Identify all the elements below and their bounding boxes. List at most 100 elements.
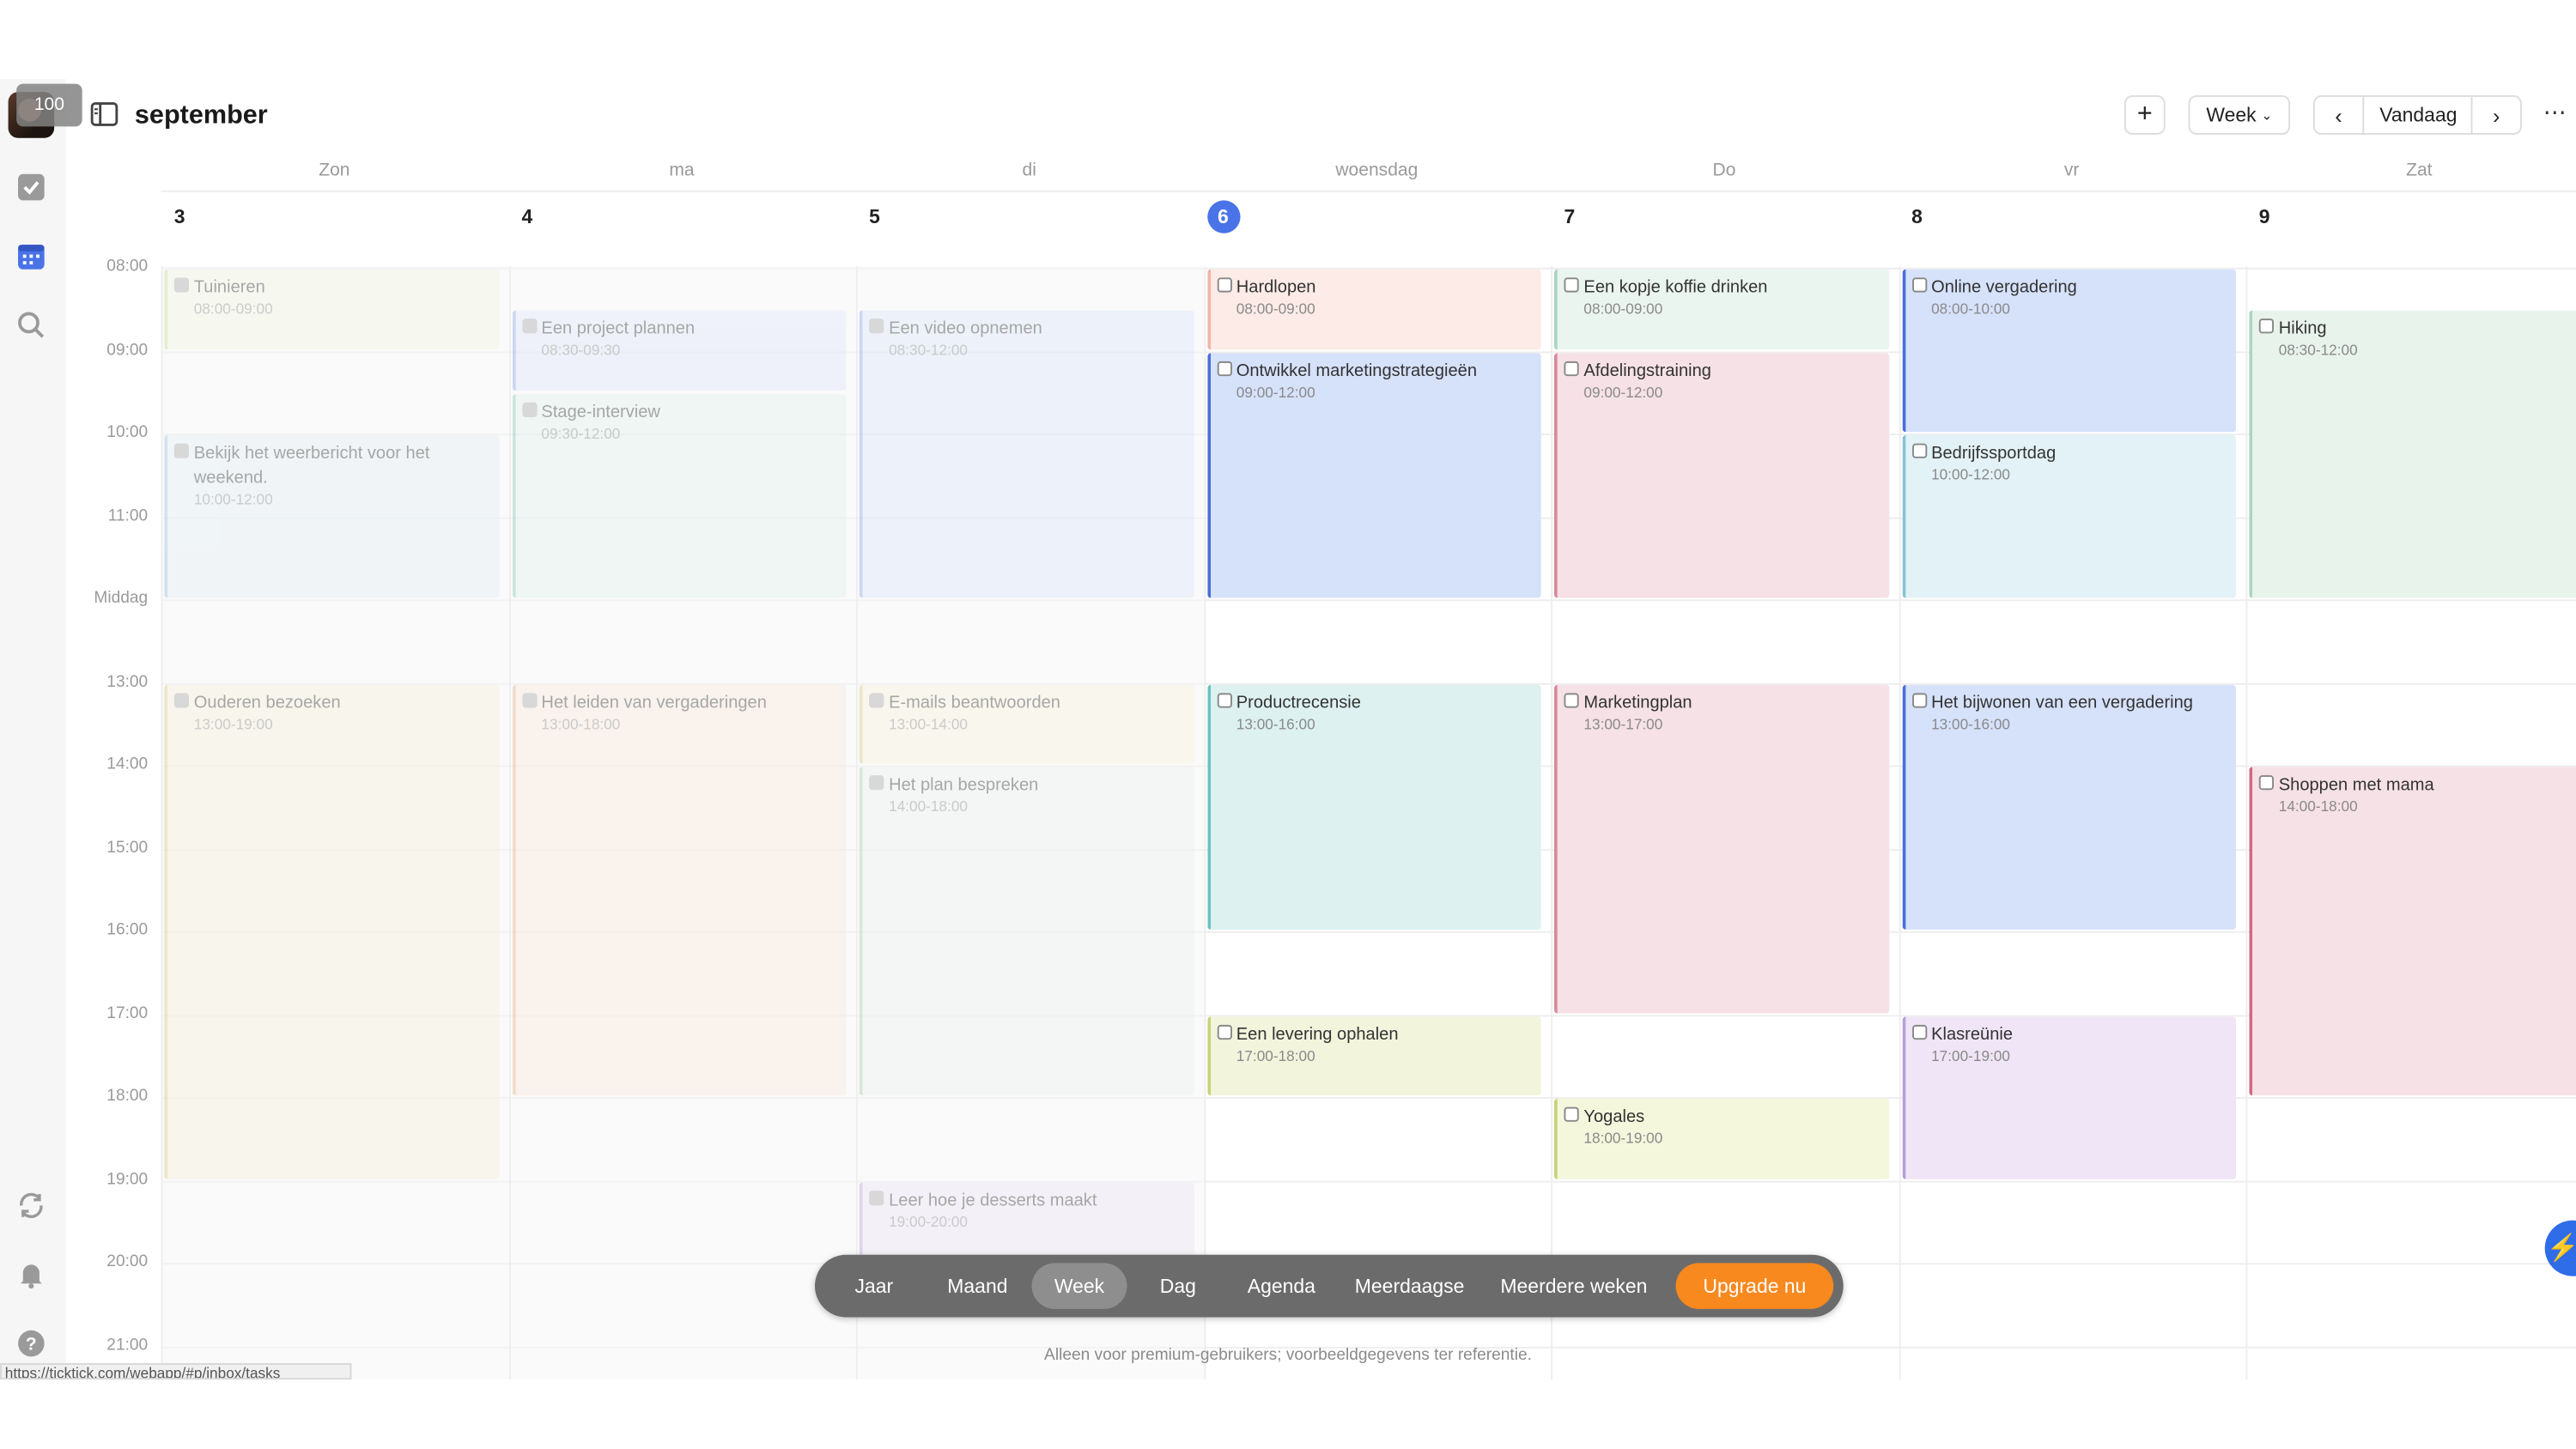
view-option-maand[interactable]: Maand	[930, 1263, 1025, 1309]
event-title: Bekijk het weerbericht voor het weekend.	[193, 443, 430, 488]
event-title: Marketingplan	[1583, 692, 1692, 712]
day-number[interactable]: 5	[869, 205, 880, 228]
calendar-event[interactable]: Online vergadering 08:00-10:00	[1901, 269, 2237, 433]
event-checkbox[interactable]	[1911, 443, 1927, 458]
sync-icon[interactable]	[15, 1189, 47, 1222]
today-button[interactable]: Vandaag	[2364, 97, 2472, 133]
event-checkbox[interactable]	[869, 775, 884, 791]
calendar-event[interactable]: Het leiden van vergaderingen 13:00-18:00	[511, 683, 847, 1096]
add-event-button[interactable]: +	[2123, 94, 2166, 135]
calendar-event[interactable]: Hardlopen 08:00-09:00	[1206, 269, 1541, 349]
event-time: 13:00-17:00	[1583, 715, 1663, 732]
weekday-header: Zon ma di woensdag Do vr Zat	[161, 161, 2576, 191]
view-option-meerdaagse[interactable]: Meerdaagse	[1340, 1263, 1479, 1309]
search-icon[interactable]	[15, 309, 47, 342]
hour-labels: 08:00 09:00 10:00 11:00 Middag 13:00 14:00 15:0…	[66, 258, 161, 1379]
chevron-left-icon: ‹	[2335, 102, 2342, 128]
calendar-event[interactable]: Yogales 18:00-19:00	[1553, 1098, 1889, 1179]
sidebar: 100 ?	[0, 78, 82, 1380]
day-number[interactable]: 7	[1564, 205, 1575, 228]
bell-icon[interactable]	[15, 1258, 47, 1291]
checkbox-icon[interactable]	[15, 171, 47, 203]
event-checkbox[interactable]	[1216, 360, 1232, 376]
calendar-event[interactable]: Afdelingstraining 09:00-12:00	[1553, 352, 1889, 598]
event-checkbox[interactable]	[869, 1190, 884, 1205]
calendar-event[interactable]: Tuinieren 08:00-09:00	[164, 269, 499, 349]
view-option-agenda[interactable]: Agenda	[1229, 1263, 1334, 1309]
hour-label: Middag	[94, 589, 149, 608]
calendar-event[interactable]: Het bijwonen van een vergadering 13:00-16…	[1901, 683, 2237, 930]
view-option-dag[interactable]: Dag	[1133, 1263, 1222, 1309]
event-checkbox[interactable]	[869, 692, 884, 707]
calendar-event[interactable]: Marketingplan 13:00-17:00	[1553, 683, 1889, 1013]
calendar-event[interactable]: Leer hoe je desserts maakt 19:00-20:00	[859, 1181, 1194, 1262]
event-title: Een video opnemen	[889, 318, 1042, 339]
event-checkbox[interactable]	[1564, 277, 1579, 293]
event-time: 14:00-18:00	[889, 797, 969, 815]
day-number[interactable]: 4	[521, 205, 532, 228]
prev-week-button[interactable]: ‹	[2315, 96, 2365, 133]
event-checkbox[interactable]	[2258, 318, 2275, 334]
event-checkbox[interactable]	[1564, 692, 1579, 707]
calendar-event[interactable]: E-mails beantwoorden 13:00-14:00	[859, 683, 1194, 764]
more-options-icon[interactable]: ⋯	[2543, 99, 2567, 127]
event-time: 09:30-12:00	[541, 425, 621, 442]
calendar-event[interactable]: Een project plannen 08:30-09:30	[511, 311, 847, 391]
day-gridline	[1898, 265, 1900, 1380]
event-checkbox[interactable]	[1564, 1106, 1579, 1122]
event-checkbox[interactable]	[2258, 775, 2275, 791]
event-checkbox[interactable]	[1564, 360, 1579, 376]
status-url: https://ticktick.com/webapp/#p/inbox/tas…	[0, 1363, 352, 1380]
next-week-button[interactable]: ›	[2470, 96, 2520, 133]
view-option-week[interactable]: Week	[1031, 1263, 1127, 1309]
event-checkbox[interactable]	[869, 318, 884, 334]
calendar-event[interactable]: Productrecensie 13:00-16:00	[1206, 683, 1541, 930]
calendar-event[interactable]: Klasreünie 17:00-19:00	[1901, 1016, 2237, 1179]
calendar-event[interactable]: Hiking 08:30-12:00	[2249, 311, 2576, 598]
calendar-event[interactable]: Een kopje koffie drinken 08:00-09:00	[1553, 269, 1889, 349]
sidebar-toggle-icon[interactable]	[90, 102, 118, 135]
calendar-event[interactable]: Stage-interview 09:30-12:00	[511, 393, 847, 598]
weekday-name: Zat	[2406, 161, 2433, 181]
calendar-event[interactable]: Ouderen bezoeken 13:00-19:00	[164, 683, 499, 1179]
event-checkbox[interactable]	[521, 318, 537, 334]
day-gridline	[855, 265, 858, 1380]
view-select[interactable]: Week ⌄	[2188, 94, 2291, 135]
day-number-today[interactable]: 6	[1206, 200, 1240, 233]
day-number[interactable]: 8	[1911, 205, 1923, 228]
hour-label: 14:00	[106, 755, 149, 774]
event-checkbox[interactable]	[521, 402, 537, 417]
event-checkbox[interactable]	[173, 692, 190, 707]
event-checkbox[interactable]	[173, 277, 190, 293]
view-option-meerdere-weken[interactable]: Meerdere weken	[1485, 1263, 1663, 1309]
event-checkbox[interactable]	[173, 443, 190, 458]
event-checkbox[interactable]	[1911, 277, 1927, 293]
calendar-icon[interactable]	[15, 239, 47, 272]
hour-label: 10:00	[106, 423, 149, 442]
calendar-event[interactable]: Het plan bespreken 14:00-18:00	[859, 767, 1194, 1096]
event-time: 09:00-12:00	[1236, 383, 1315, 400]
event-title: Hiking	[2278, 318, 2327, 339]
day-number[interactable]: 3	[174, 205, 185, 228]
calendar-event[interactable]: Een levering ophalen 17:00-18:00	[1206, 1016, 1541, 1096]
event-checkbox[interactable]	[1216, 692, 1232, 707]
event-title: Het plan bespreken	[889, 775, 1039, 796]
event-title: Hardlopen	[1236, 277, 1316, 298]
event-area[interactable]: Tuinieren 08:00-09:00 Bekijk het weerberic…	[161, 265, 2576, 1380]
event-title: Ontwikkel marketingstrategieën	[1236, 360, 1478, 380]
event-time: 09:00-12:00	[1583, 383, 1663, 400]
calendar-event[interactable]: Ontwikkel marketingstrategieën 09:00-12:0…	[1206, 352, 1541, 598]
view-option-jaar[interactable]: Jaar	[824, 1263, 923, 1309]
event-checkbox[interactable]	[1911, 692, 1927, 707]
upgrade-button[interactable]: Upgrade nu	[1675, 1263, 1834, 1309]
event-title: Yogales	[1583, 1106, 1645, 1127]
calendar-event[interactable]: Bekijk het weerbericht voor het weekend.…	[164, 435, 499, 598]
calendar-event[interactable]: Bedrijfssportdag 10:00-12:00	[1901, 435, 2237, 598]
event-checkbox[interactable]	[1911, 1023, 1927, 1040]
event-checkbox[interactable]	[521, 692, 537, 707]
calendar-event[interactable]: Een video opnemen 08:30-12:00	[859, 311, 1194, 598]
event-checkbox[interactable]	[1216, 277, 1232, 293]
day-number[interactable]: 9	[2259, 205, 2270, 228]
event-checkbox[interactable]	[1216, 1023, 1232, 1040]
calendar-event[interactable]: Shoppen met mama 14:00-18:00	[2249, 767, 2576, 1096]
